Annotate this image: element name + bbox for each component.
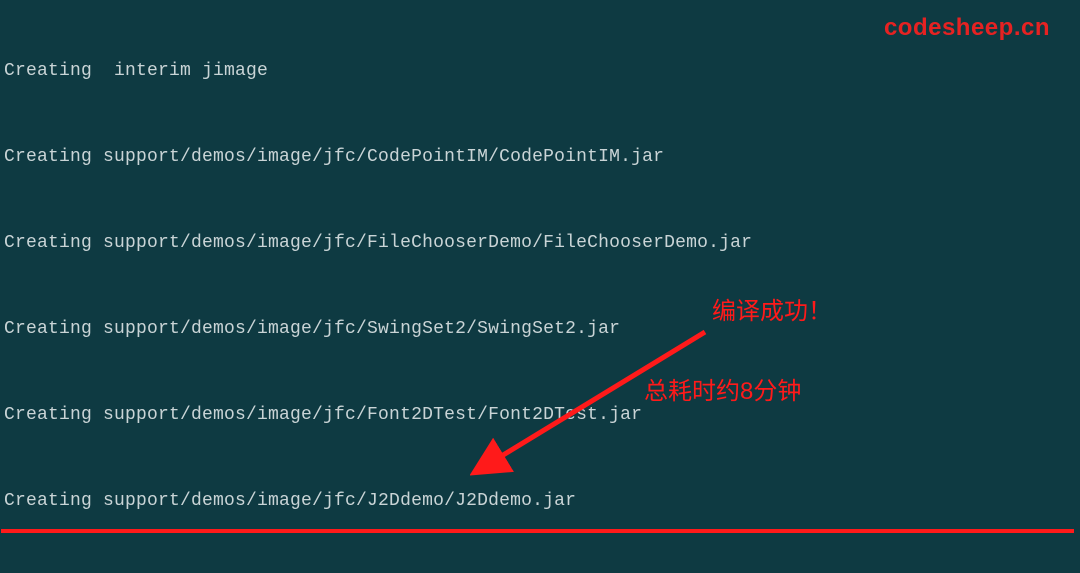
terminal-output[interactable]: Creating interim jimage Creating support… (0, 0, 1080, 573)
highlight-underline (1, 529, 1074, 533)
annotation-success: 编译成功！ (712, 298, 832, 327)
terminal-line: Creating support/demos/image/jfc/SwingSe… (4, 315, 1076, 344)
terminal-line: Creating support/demos/image/jfc/Font2DT… (4, 401, 1076, 430)
terminal-line: Creating support/demos/image/jfc/CodePoi… (4, 143, 1076, 172)
terminal-line: Creating support/demos/image/jfc/FileCho… (4, 229, 1076, 258)
terminal-line: Creating support/demos/image/jfc/J2Ddemo… (4, 487, 1076, 516)
terminal-line: Creating interim jimage (4, 57, 1076, 86)
annotation-duration: 总耗时约8分钟 (644, 378, 801, 407)
watermark-label: codesheep.cn (884, 14, 1050, 43)
